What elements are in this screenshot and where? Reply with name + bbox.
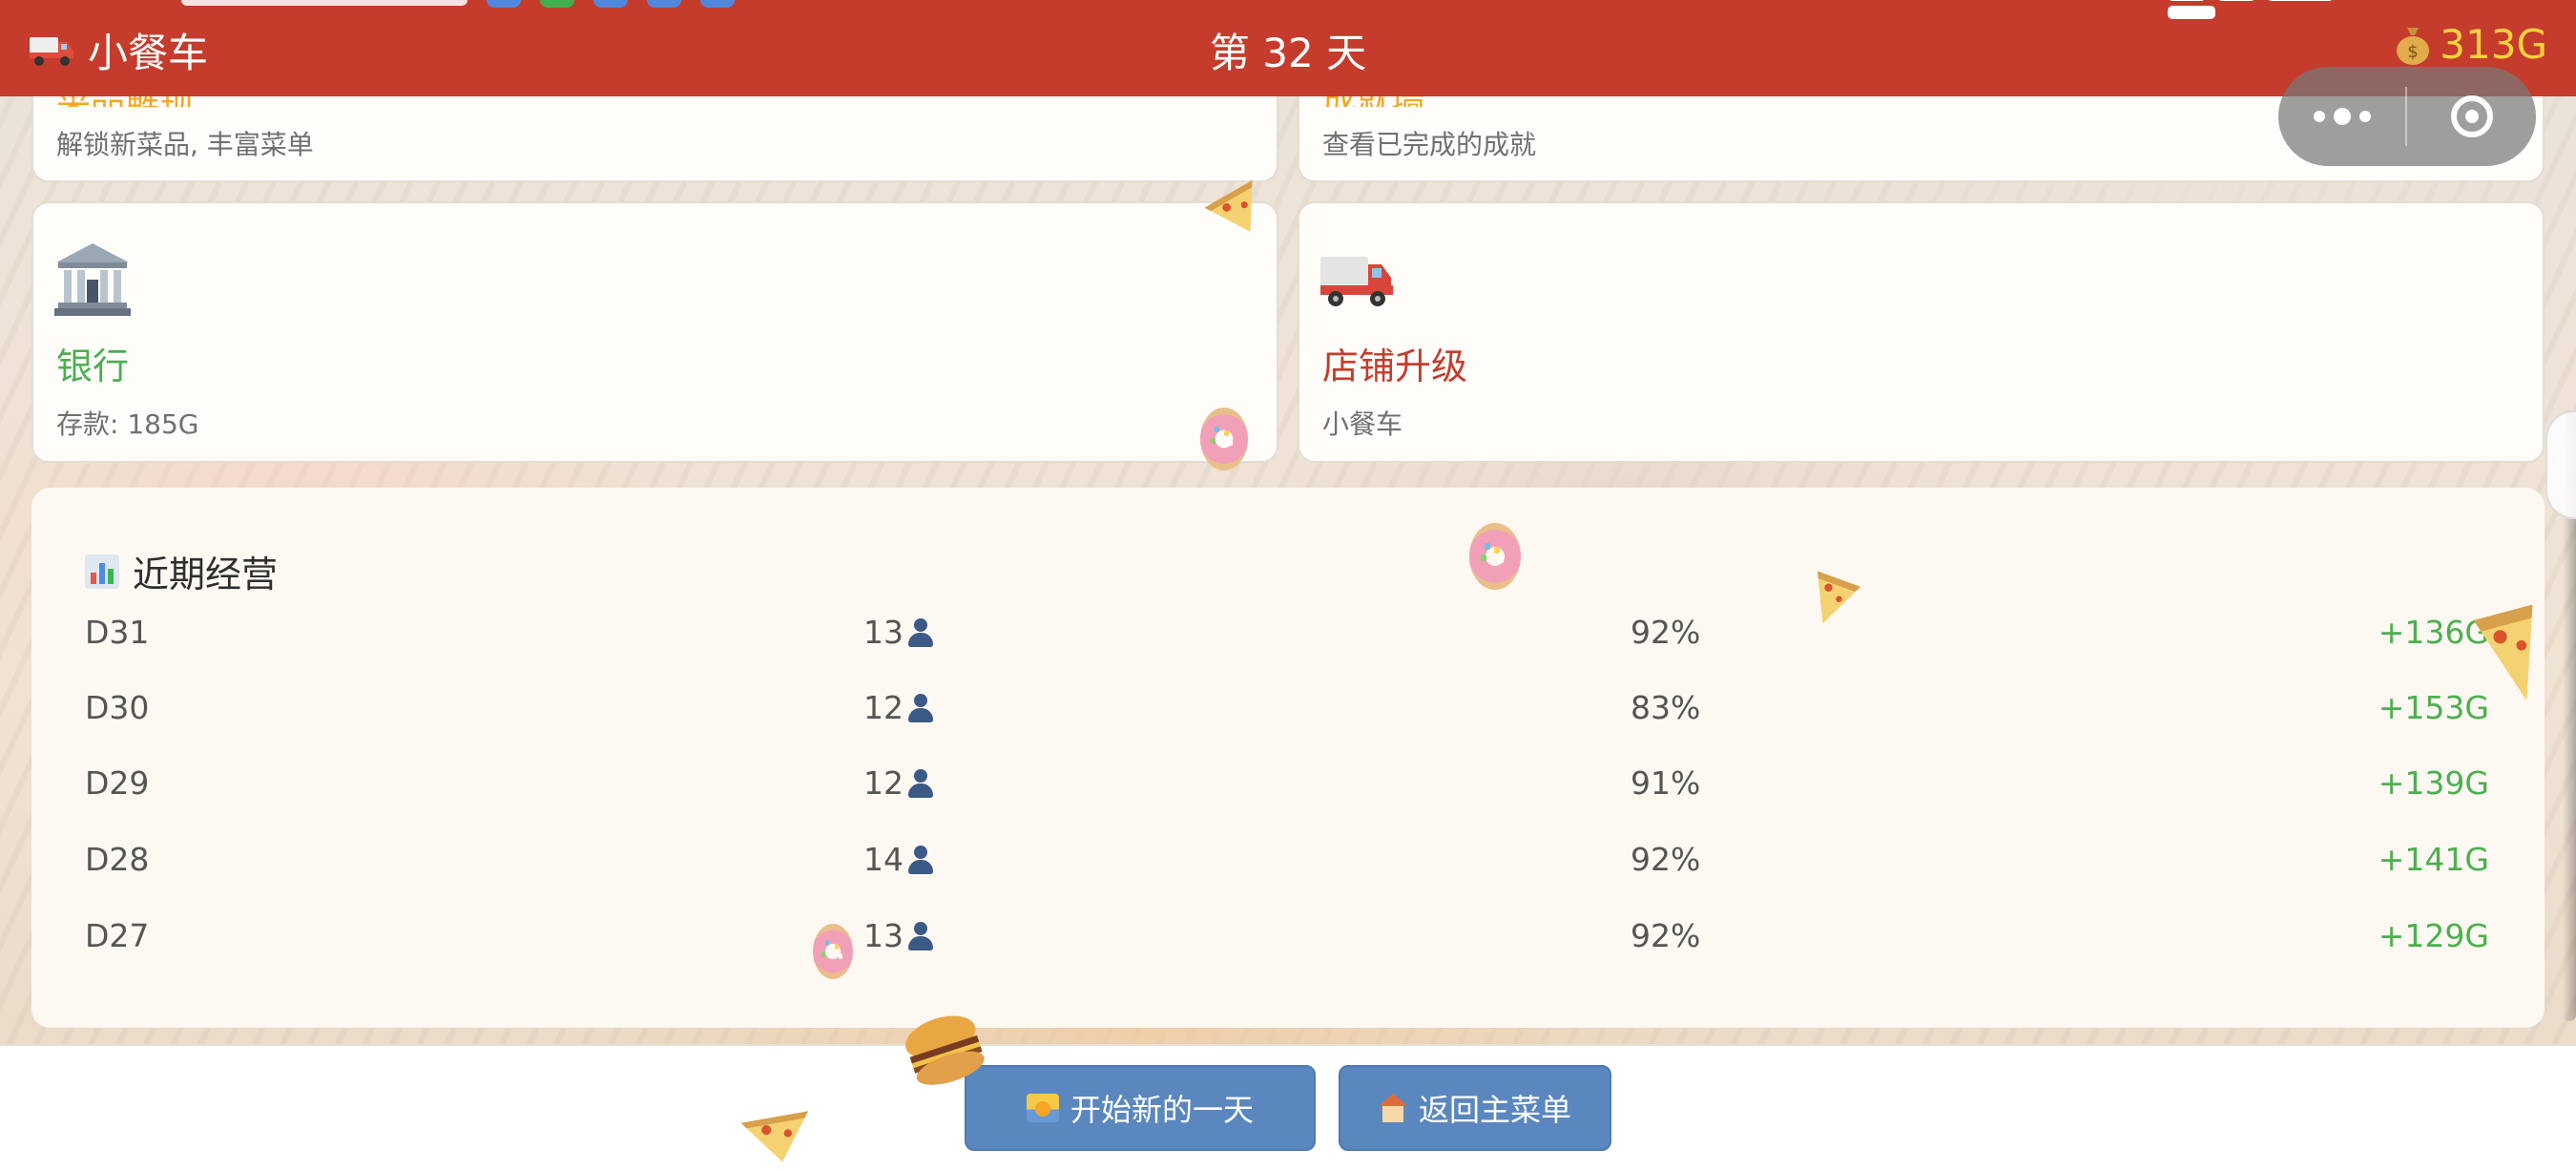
row-day: D30 — [85, 689, 150, 726]
table-row: D30 12 83% +153G — [85, 681, 2489, 739]
row-income: +153G — [2378, 689, 2489, 726]
row-rate: 92% — [1631, 614, 1701, 651]
achievements-card-desc: 查看已完成的成就 — [1322, 129, 1537, 160]
back-to-main-menu-button[interactable]: 返回主菜单 — [1339, 1065, 1611, 1151]
row-day: D29 — [85, 764, 150, 802]
bank-title: 银行 — [56, 345, 130, 387]
target-circle-icon — [2450, 95, 2493, 137]
row-income: +129G — [2378, 917, 2489, 954]
miniprogram-capsule — [2278, 67, 2536, 166]
back-to-main-menu-label: 返回主菜单 — [1418, 1092, 1571, 1128]
table-row: D31 13 92% +136G — [85, 606, 2489, 663]
person-icon — [905, 768, 936, 799]
status-bar-right-clipped — [2156, 0, 2385, 19]
row-customers: 13 — [863, 614, 936, 651]
person-icon — [905, 617, 936, 648]
shop-upgrade-title: 店铺升级 — [1322, 345, 1468, 387]
shop-level: 小餐车 — [1322, 408, 1403, 440]
status-bar-clipped — [181, 0, 735, 8]
person-icon — [905, 845, 936, 875]
table-row: D27 13 92% +129G — [85, 909, 2489, 967]
recent-business-title: 近期经营 — [133, 554, 279, 595]
row-customers: 13 — [863, 917, 936, 954]
more-dots-icon[interactable] — [2278, 108, 2405, 125]
food-truck-icon — [1320, 257, 1393, 306]
recent-business-panel: 近期经营 D31 13 92% +136G D30 12 83% +153G D… — [31, 488, 2545, 1028]
row-income: +136G — [2378, 614, 2489, 651]
house-icon — [1378, 1094, 1407, 1122]
start-new-day-label: 开始新的一天 — [1070, 1092, 1254, 1128]
row-customers: 12 — [863, 689, 936, 726]
bank-building-icon — [54, 243, 131, 316]
unlock-card-desc: 解锁新菜品, 丰富菜单 — [56, 129, 314, 160]
gold-amount: 313G — [2440, 21, 2547, 68]
row-rate: 92% — [1631, 841, 1701, 878]
bank-card[interactable]: 银行 存款: 185G — [31, 201, 1278, 463]
side-handle[interactable] — [2545, 410, 2576, 519]
row-day: D27 — [85, 917, 150, 954]
table-row: D28 14 92% +141G — [85, 833, 2489, 890]
current-day: 第 32 天 — [1209, 30, 1367, 76]
bottom-action-bar: 开始新的一天 返回主菜单 — [0, 1044, 2576, 1170]
row-income: +141G — [2378, 841, 2489, 878]
svg-text:$: $ — [2408, 42, 2419, 62]
row-rate: 92% — [1631, 917, 1701, 954]
start-new-day-button[interactable]: 开始新的一天 — [965, 1065, 1316, 1151]
row-day: D31 — [85, 614, 150, 651]
top-bar: 小餐车 第 32 天 $ 313G — [0, 0, 2576, 96]
close-miniprogram-button[interactable] — [2407, 95, 2536, 137]
money-bag-icon: $ — [2397, 27, 2430, 65]
row-day: D28 — [85, 841, 150, 878]
bar-chart-icon — [85, 554, 119, 589]
row-customers: 12 — [863, 764, 936, 802]
gold-balance: $ 313G — [2394, 21, 2547, 68]
shop-upgrade-card[interactable]: 店铺升级 小餐车 — [1298, 201, 2545, 463]
row-income: +139G — [2378, 764, 2489, 802]
bank-deposit: 存款: 185G — [56, 408, 199, 440]
row-rate: 91% — [1631, 764, 1701, 802]
row-customers: 14 — [863, 841, 936, 878]
sunrise-icon — [1026, 1094, 1059, 1122]
table-row: D29 12 91% +139G — [85, 757, 2489, 814]
recent-business-header: 近期经营 — [85, 545, 278, 597]
person-icon — [905, 921, 936, 951]
person-icon — [905, 693, 936, 723]
row-rate: 83% — [1631, 689, 1701, 726]
